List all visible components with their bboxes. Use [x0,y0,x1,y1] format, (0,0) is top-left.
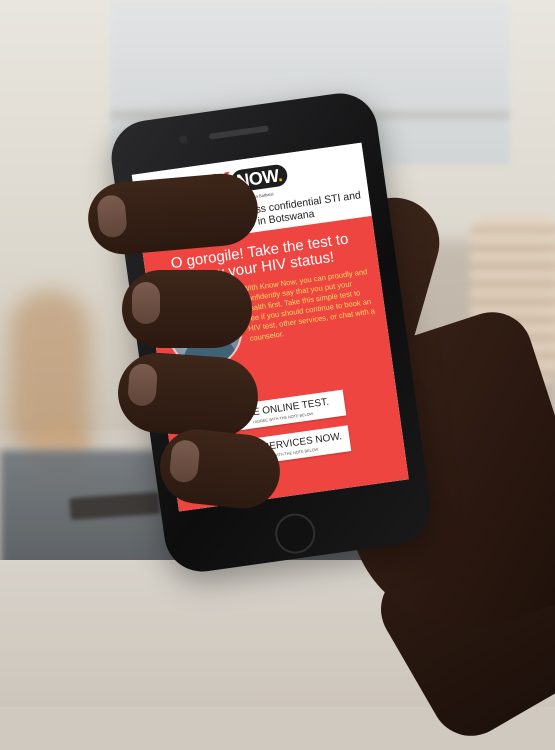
fingernail [132,282,160,324]
hero-description: With Know Now, you can proudly and confi… [242,267,376,343]
logo-dot: . [276,165,284,186]
fingernail [168,438,201,484]
finger [122,270,252,348]
front-camera [178,134,188,144]
finger [115,350,261,440]
fingernail [127,362,159,407]
top-link[interactable] [349,146,350,151]
fingernail [96,194,128,239]
home-button[interactable] [272,510,318,557]
earpiece-speaker [208,125,269,140]
